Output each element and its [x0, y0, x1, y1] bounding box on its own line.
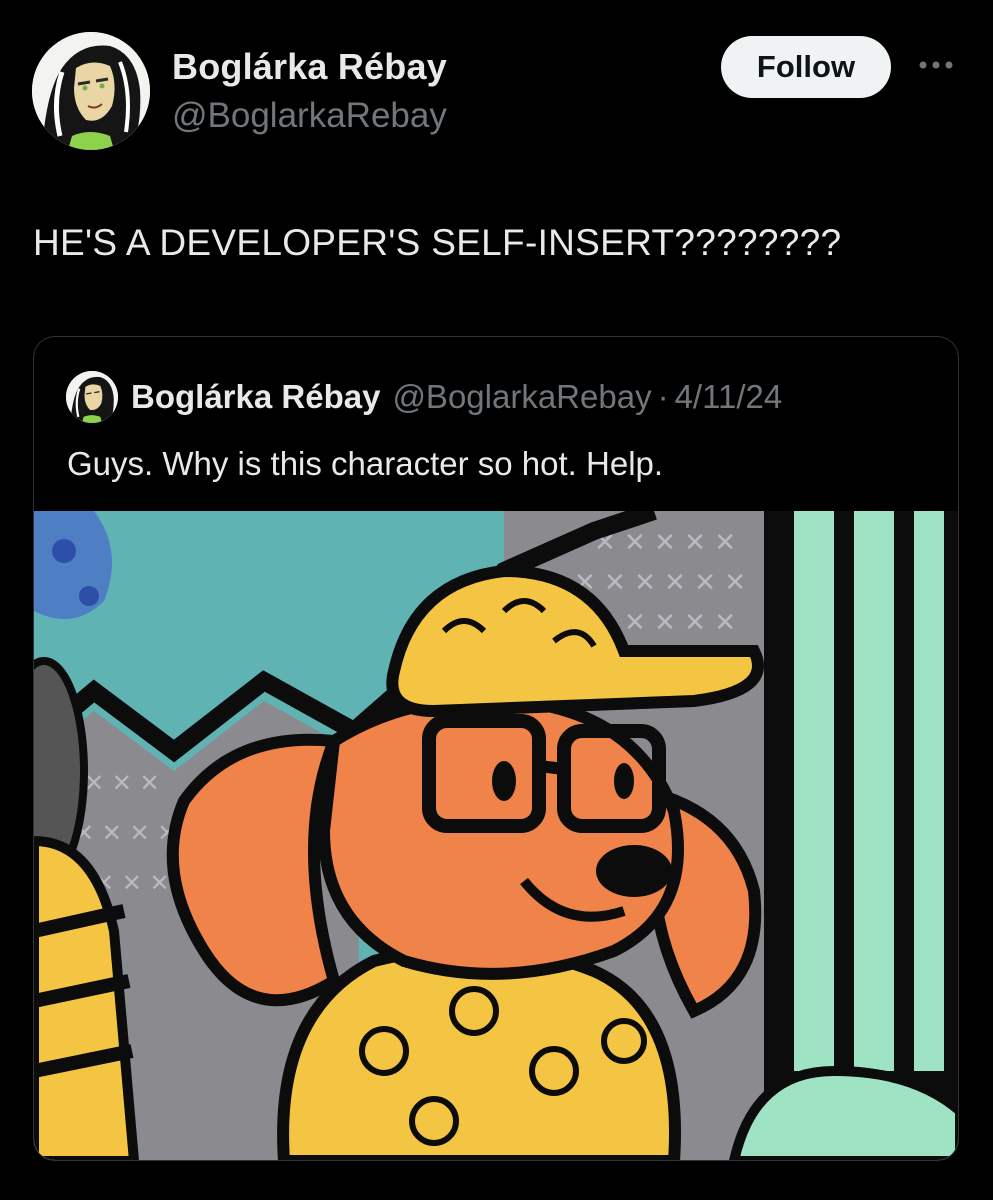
svg-text:✕ ✕ ✕ ✕ ✕ ✕: ✕ ✕ ✕ ✕ ✕ ✕	[574, 568, 746, 598]
quoted-author-handle[interactable]: @BoglarkaRebay	[392, 378, 651, 416]
author-avatar-image	[32, 32, 150, 150]
quoted-post-date[interactable]: 4/11/24	[675, 378, 783, 416]
more-horizontal-icon	[919, 61, 953, 69]
author-handle[interactable]: @BoglarkaRebay	[172, 96, 447, 136]
quoted-post-separator: ·	[657, 378, 669, 415]
cartoon-dog-illustration: ✕ ✕ ✕ ✕ ✕ ✕ ✕ ✕ ✕ ✕ ✕ ✕ ✕ ✕ ✕ ✕ ✕ ✕ ✕ ✕ …	[34, 511, 958, 1160]
svg-text:✕ ✕ ✕: ✕ ✕ ✕	[84, 769, 160, 797]
quoted-author-avatar[interactable]	[66, 371, 118, 423]
post-author-row: Boglárka Rébay @BoglarkaRebay Follow	[32, 32, 962, 152]
more-options-button[interactable]	[916, 50, 956, 80]
quoted-post-image[interactable]: ✕ ✕ ✕ ✕ ✕ ✕ ✕ ✕ ✕ ✕ ✕ ✕ ✕ ✕ ✕ ✕ ✕ ✕ ✕ ✕ …	[34, 511, 958, 1160]
author-display-name[interactable]: Boglárka Rébay	[172, 46, 447, 88]
svg-text:✕ ✕ ✕ ✕: ✕ ✕ ✕ ✕	[74, 819, 177, 847]
quoted-post-header: Boglárka Rébay @BoglarkaRebay · 4/11/24	[66, 371, 782, 423]
quoted-author-avatar-image	[66, 371, 118, 423]
quoted-author-display-name[interactable]: Boglárka Rébay	[131, 378, 380, 416]
follow-button[interactable]: Follow	[721, 36, 891, 98]
quoted-post-card[interactable]: Boglárka Rébay @BoglarkaRebay · 4/11/24 …	[33, 336, 959, 1161]
author-avatar[interactable]	[32, 32, 150, 150]
post-text: HE'S A DEVELOPER'S SELF-INSERT????????	[33, 222, 842, 263]
post: Boglárka Rébay @BoglarkaRebay Follow HE'…	[0, 0, 993, 1200]
quoted-post-text: Guys. Why is this character so hot. Help…	[67, 445, 664, 482]
